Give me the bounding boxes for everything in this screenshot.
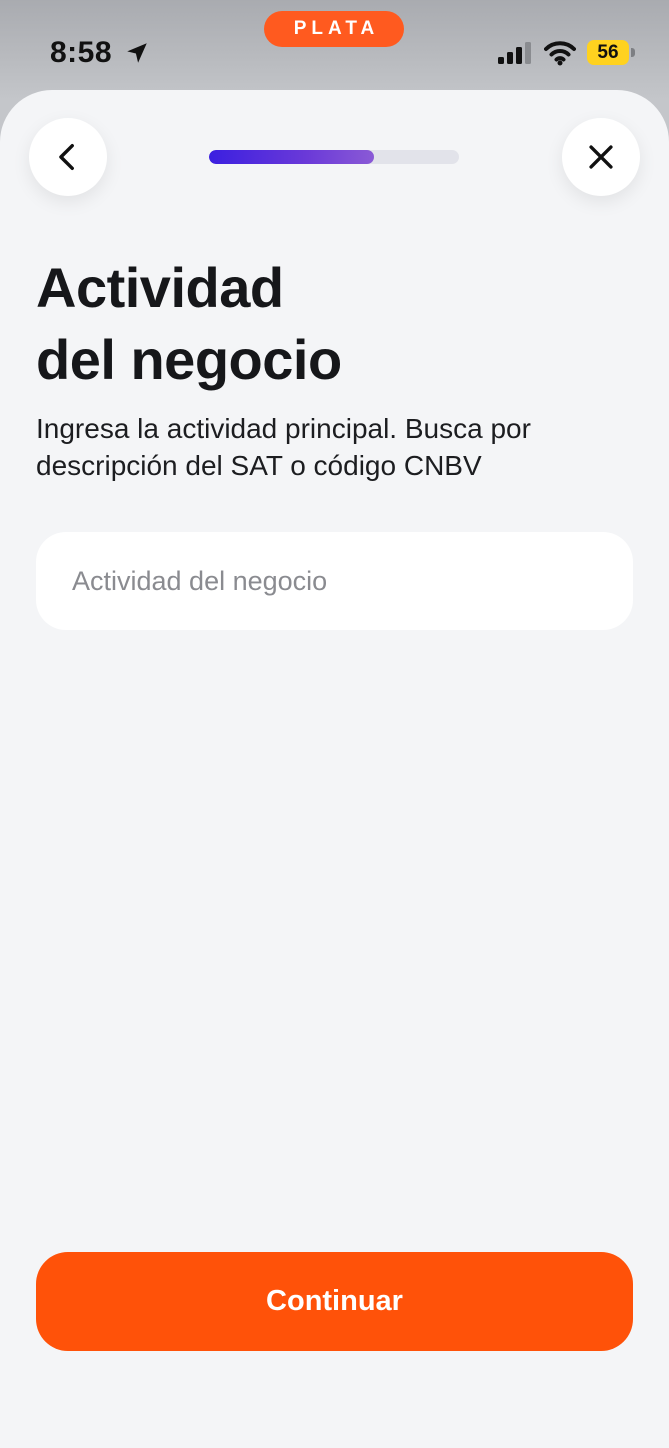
page-subtitle: Ingresa la actividad principal. Busca po…: [36, 413, 531, 481]
brand-pill: PLATA: [264, 11, 404, 47]
battery-indicator: 56: [587, 40, 629, 65]
modal-sheet: Actividad del negocio Ingresa la activid…: [0, 90, 669, 1448]
status-time: 8:58: [50, 36, 113, 69]
continue-button[interactable]: Continuar: [36, 1252, 633, 1351]
activity-field[interactable]: [36, 532, 633, 630]
progress-bar: [209, 150, 459, 164]
page-title-line-1: Actividad: [36, 256, 284, 319]
page-title: Actividad del negocio: [36, 252, 636, 396]
back-button[interactable]: [29, 118, 107, 196]
wifi-icon: [544, 41, 576, 66]
close-button[interactable]: [562, 118, 640, 196]
chevron-left-icon: [59, 143, 74, 171]
status-bar: 8:58 PLATA 56: [0, 0, 669, 100]
battery-cap: [631, 48, 635, 57]
location-arrow-icon: [127, 43, 147, 63]
progress-fill: [209, 150, 374, 164]
page-title-line-2: del negocio: [36, 328, 342, 391]
signal-icon: [498, 42, 531, 64]
activity-input[interactable]: [36, 532, 633, 630]
close-icon: [589, 145, 613, 169]
